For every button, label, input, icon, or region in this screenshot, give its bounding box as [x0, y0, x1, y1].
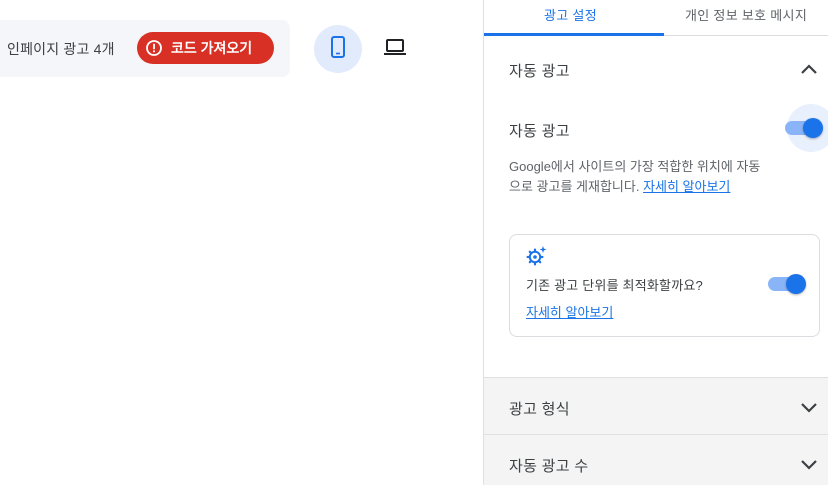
auto-ads-toggle-row: 자동 광고: [484, 104, 828, 152]
auto-ads-section-title: 자동 광고: [509, 63, 570, 80]
tab-privacy-messages[interactable]: 개인 정보 보호 메시지: [685, 5, 807, 24]
smartphone-icon: [328, 35, 348, 63]
desktop-preview-button[interactable]: [371, 25, 419, 73]
auto-ads-count-section-header[interactable]: 자동 광고 수: [484, 435, 828, 485]
chevron-down-icon: [799, 397, 819, 417]
mobile-preview-button[interactable]: [314, 25, 362, 73]
chevron-up-icon: [799, 59, 819, 79]
toggle-knob: [803, 118, 823, 138]
optimize-existing-units-card: 기존 광고 단위를 최적화할까요? 자세히 알아보기: [509, 234, 820, 337]
active-tab-indicator: [484, 33, 664, 36]
optimize-units-question: 기존 광고 단위를 최적화할까요?: [526, 278, 703, 293]
optimize-units-toggle[interactable]: [768, 274, 806, 294]
toggle-knob: [786, 274, 806, 294]
settings-panel: 광고 설정 개인 정보 보호 메시지 자동 광고 자동 광고 Google에서 …: [483, 0, 828, 485]
optimize-learn-more-link[interactable]: 자세히 알아보기: [526, 302, 613, 321]
auto-ads-toggle[interactable]: [785, 118, 823, 138]
chevron-down-icon: [799, 454, 819, 474]
auto-ads-section-header[interactable]: 자동 광고: [484, 41, 828, 97]
auto-ads-description: Google에서 사이트의 가장 적합한 위치에 자동으로 광고를 게재합니다.…: [509, 157, 769, 197]
get-code-label: 코드 가져오기: [171, 40, 253, 56]
get-code-button[interactable]: 코드 가져오기: [137, 32, 274, 64]
ad-formats-section-header[interactable]: 광고 형식: [484, 378, 828, 434]
error-icon: [146, 40, 162, 56]
auto-ads-count-section: 자동 광고 수: [484, 434, 828, 485]
ad-formats-section: 광고 형식: [484, 377, 828, 434]
laptop-icon: [383, 38, 407, 61]
auto-ads-toggle-label: 자동 광고: [509, 123, 570, 140]
auto-ads-count-section-title: 자동 광고 수: [509, 458, 589, 475]
settings-tabs: 광고 설정 개인 정보 보호 메시지: [484, 0, 828, 36]
auto-ads-learn-more-link[interactable]: 자세히 알아보기: [643, 179, 730, 194]
page-ad-count: 인페이지 광고 4개: [7, 41, 115, 57]
preview-pane: 인페이지 광고 4개 코드 가져오기: [0, 0, 483, 485]
ad-formats-section-title: 광고 형식: [509, 401, 570, 418]
tab-ad-settings[interactable]: 광고 설정: [544, 5, 597, 24]
auto-optimize-gear-icon: [526, 245, 548, 267]
